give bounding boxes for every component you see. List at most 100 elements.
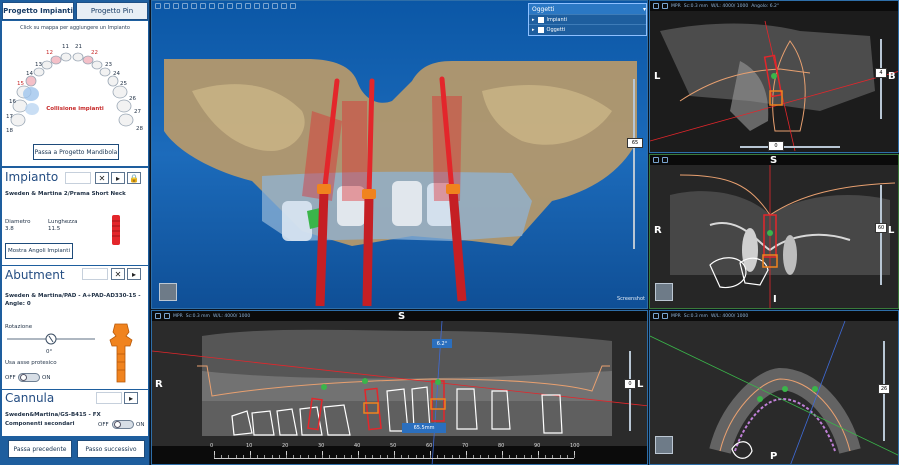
use-axis-label: Usa asse protesico (5, 360, 57, 366)
panoramic-top-label: S (398, 311, 406, 322)
tab-progetto-pin[interactable]: Progetto Pin (76, 2, 148, 20)
abutment-section: Abutment ✕ ▸ Sweden & Martina/PAD - A+PA… (2, 266, 148, 389)
implant-section: Impianto ✕ ▸ 🔒 Sweden & Martina 2/Prama … (2, 168, 148, 265)
ruler-tick-label: 50 (390, 443, 397, 449)
panoramic-slider[interactable] (629, 351, 631, 431)
abutment-toggle-off-label: OFF (5, 375, 16, 381)
cannula-options-button[interactable]: ▸ (124, 392, 138, 404)
secondary-components-label: Componenti secondari (5, 421, 75, 427)
coronal-slider[interactable] (880, 185, 882, 285)
axial-bottom-label: P (770, 451, 778, 462)
next-step-button[interactable]: Passo successivo (77, 440, 145, 458)
abutment-options-button[interactable]: ▸ (127, 268, 141, 280)
panoramic-right-label: L (637, 379, 644, 390)
tooth-28[interactable] (118, 113, 134, 127)
checkbox[interactable] (537, 16, 544, 23)
implant-options-button[interactable]: ▸ (111, 172, 125, 184)
implant-title: Impianto (5, 170, 59, 184)
screenshot-label[interactable]: Screenshot (617, 296, 645, 302)
tooth-12[interactable] (50, 55, 62, 65)
tooth-label: 12 (46, 50, 53, 56)
viewport-coronal[interactable]: S R L I 60 (649, 154, 899, 309)
abutment-title: Abutment (5, 268, 65, 282)
diameter-value: 3.8 (5, 226, 14, 232)
viewport-sagittal[interactable]: MPR Sc:0.3 mm W/L: 4000/ 1000 Angolo: 6.… (649, 0, 899, 153)
axial-slider-value[interactable]: 26 (878, 384, 890, 394)
use-axis-toggle[interactable] (18, 373, 40, 382)
rotation-slider[interactable] (5, 332, 97, 346)
delete-abutment-button[interactable]: ✕ (111, 268, 125, 280)
tooth-label: 15 (17, 81, 24, 87)
left-panel: Progetto Impianti Progetto Pin Click su … (0, 0, 150, 465)
tooth-label: 26 (129, 96, 136, 102)
coronal-top-label: S (770, 155, 778, 166)
tooth-24[interactable] (99, 67, 111, 77)
chevron-down-icon[interactable]: ▾ (643, 6, 646, 13)
rotation-value: 0° (46, 349, 53, 355)
tooth-26[interactable] (112, 85, 128, 99)
tooth-label: 21 (75, 44, 82, 50)
viewport-3d-slider[interactable] (633, 79, 635, 249)
tooth-13[interactable] (41, 60, 53, 70)
viewport-axial[interactable]: MPR Sc:0.3 mm W/L: 4000/ 1000 P 26 (649, 310, 899, 465)
head-orientation-icon[interactable] (655, 283, 673, 301)
delete-implant-button[interactable]: ✕ (95, 172, 109, 184)
head-orientation-icon[interactable] (159, 283, 177, 301)
objects-item-objects[interactable]: ▸ Oggetti (529, 24, 646, 34)
tooth-21[interactable] (72, 52, 84, 62)
head-orientation-icon[interactable] (655, 436, 673, 454)
secondary-components-toggle[interactable] (112, 420, 134, 429)
previous-step-button[interactable]: Passa precedente (8, 440, 72, 458)
objects-item-implants[interactable]: ▸ Impianti (529, 14, 646, 24)
ruler-tick-label: 90 (534, 443, 541, 449)
panoramic-slider-value[interactable]: 0 (624, 379, 636, 389)
abutment-model: Sweden & Martina/PAD - A+PAD-AD330-15 - … (5, 293, 141, 307)
objects-panel-header[interactable]: Oggetti ▾ (529, 4, 646, 14)
project-tabs: Progetto Impianti Progetto Pin (2, 2, 148, 20)
panoramic-scan (152, 320, 647, 464)
tooth-label: 14 (26, 71, 33, 77)
angle-readout: 6.2° (432, 339, 452, 348)
implant-model: Sweden & Martina 2/Prama Short Neck (5, 191, 126, 197)
sagittal-slider[interactable] (880, 39, 882, 119)
tooth-23[interactable] (91, 60, 103, 70)
lock-icon[interactable]: 🔒 (127, 172, 141, 184)
coronal-right-label: L (888, 225, 895, 236)
coronal-bottom-label: I (773, 294, 777, 305)
ruler-tick-label: 60 (426, 443, 433, 449)
tooth-25[interactable] (107, 75, 119, 87)
tooth-label: 22 (91, 50, 98, 56)
coronal-slider-value[interactable]: 60 (875, 223, 887, 233)
objects-panel[interactable]: Oggetti ▾ ▸ Impianti ▸ Oggetti (528, 3, 647, 36)
rotation-label: Rotazione (5, 324, 33, 330)
switch-mandible-button[interactable]: Passa a Progetto Mandibola (33, 144, 119, 160)
sagittal-right-label: B (888, 71, 896, 82)
cannula-section: Cannula ▸ Sweden&Martina/GS-B415 - FX Co… (2, 390, 148, 436)
ruler-tick-label: 0 (210, 443, 214, 449)
viewport-3d-slider-value[interactable]: 65 (627, 138, 643, 148)
tooth-label: 17 (6, 114, 13, 120)
sagittal-scan (650, 11, 898, 152)
objects-title: Oggetti (532, 5, 555, 13)
tooth-label: 18 (6, 128, 13, 134)
tooth-label: 13 (35, 62, 42, 68)
viewport-3d[interactable]: 65 Screenshot (151, 0, 648, 309)
tooth-11[interactable] (60, 52, 72, 62)
sagittal-h-slider-value[interactable]: 0 (768, 141, 784, 151)
tooth-label: 23 (105, 62, 112, 68)
collision-label: Collisione impianti (46, 106, 104, 112)
tooth-22[interactable] (82, 55, 94, 65)
abutment-toggle-on-label: ON (42, 375, 51, 381)
tab-progetto-impianti[interactable]: Progetto Impianti (2, 2, 74, 20)
tooth-label: 24 (113, 71, 120, 77)
sagittal-h-slider[interactable] (740, 146, 840, 148)
show-angles-button[interactable]: Mostra Angoli Impianti (5, 243, 73, 259)
checkbox[interactable] (537, 26, 544, 33)
tooth-18[interactable] (10, 113, 26, 127)
tooth-15[interactable] (25, 75, 37, 87)
measure-readout: 65.5mm (402, 423, 446, 433)
sagittal-slider-value[interactable]: 4 (875, 68, 887, 78)
tooth-map[interactable]: 18 17 16 15 14 13 12 11 21 22 23 24 25 2… (2, 29, 148, 149)
tooth-14[interactable] (33, 67, 45, 77)
viewport-panoramic[interactable]: MPR Sc:0.3 mm W/L: 4000/ 1000 S R L 6.2°… (151, 310, 648, 465)
